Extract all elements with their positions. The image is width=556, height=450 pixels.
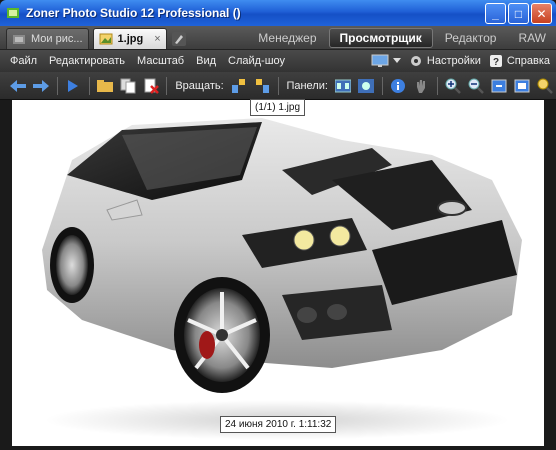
menu-bar: Файл Редактировать Масштаб Вид Слайд-шоу… [0,50,556,72]
toolbar-divider [277,76,279,95]
tab-editor[interactable]: Редактор [435,28,507,48]
tab-close-icon[interactable]: × [154,33,160,45]
image-viewer[interactable] [12,100,544,446]
settings-label: Настройки [426,55,481,67]
menu-file[interactable]: Файл [0,55,43,67]
tab-viewer[interactable]: Просмотрщик [328,28,433,48]
menu-edit[interactable]: Редактировать [43,55,131,67]
chevron-down-icon [392,58,401,63]
back-arrow-icon[interactable] [10,77,27,95]
edit-pencil-icon[interactable] [171,31,187,47]
rotate-left-icon[interactable] [231,77,248,95]
close-button[interactable]: ✕ [531,3,552,24]
help-button[interactable]: ? Справка [489,54,550,68]
monitor-icon [371,54,389,67]
hand-tool-icon[interactable] [413,77,430,95]
menu-slideshow[interactable]: Слайд-шоу [222,55,291,67]
settings-button[interactable]: Настройки [409,54,481,68]
app-logo-icon [7,8,19,18]
image-icon [99,33,113,45]
forward-arrow-icon[interactable] [33,77,50,95]
window-title: Zoner Photo Studio 12 Professional () [26,6,241,20]
image-index-tooltip: (1/1) 1.jpg [250,99,306,116]
rotate-right-icon[interactable] [254,77,271,95]
filmstrip-panel-icon[interactable] [335,77,352,95]
menu-view[interactable]: Вид [190,55,222,67]
menu-zoom[interactable]: Масштаб [131,55,190,67]
toolbar-divider [381,76,383,95]
toolbar-divider [88,76,90,95]
folder-picture-icon [13,35,25,44]
tab-1-jpg[interactable]: 1.jpg × [92,28,167,49]
tab-my-pictures[interactable]: Мои рис... [6,28,89,49]
toolbar-divider [56,76,58,95]
delete-icon[interactable] [142,77,159,95]
tab-raw[interactable]: RAW [508,28,556,48]
zoom-out-icon[interactable] [467,77,484,95]
play-slideshow-icon[interactable] [65,77,82,95]
fit-to-window-icon[interactable] [513,77,530,95]
help-icon: ? [489,55,502,68]
toolbar-divider [166,76,168,95]
actual-size-icon[interactable] [490,77,507,95]
image-date-tooltip: 24 июня 2010 г. 1:11:32 [220,416,337,433]
monitor-dropdown[interactable] [371,54,401,68]
open-folder-icon[interactable] [97,77,114,95]
tab-label: Мои рис... [31,33,83,45]
zoom-search-icon[interactable] [536,77,553,95]
gear-icon [410,56,421,66]
title-bar: Zoner Photo Studio 12 Professional () _ … [0,0,556,26]
maximize-button[interactable]: □ [508,3,529,24]
tab-bar: Мои рис... 1.jpg × Менеджер Просмотрщик … [0,26,556,50]
toolbar-divider [436,76,438,95]
minimize-button[interactable]: _ [485,3,506,24]
zoom-in-icon[interactable] [445,77,462,95]
help-label: Справка [506,55,550,67]
navigator-panel-icon[interactable] [358,77,375,95]
info-icon[interactable] [390,77,407,95]
car-photo [42,118,522,393]
copy-icon[interactable] [120,77,137,95]
viewer-toolbar: Вращать: Панели: [0,72,556,100]
tab-manager[interactable]: Менеджер [248,28,326,48]
rotate-label: Вращать: [175,79,224,92]
tab-label: 1.jpg [117,33,144,45]
svg-text:?: ? [493,57,499,68]
panels-label: Панели: [286,79,328,92]
